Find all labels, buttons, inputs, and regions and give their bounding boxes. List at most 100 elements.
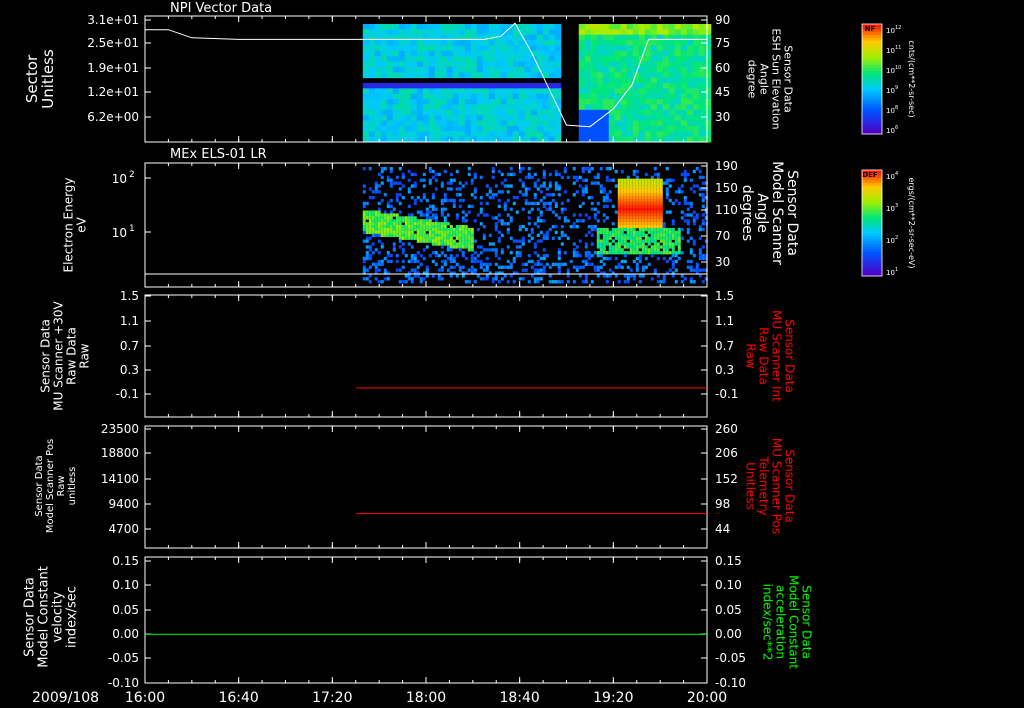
time-tick-label: 19:20 (593, 690, 633, 706)
heat-cell (434, 262, 438, 266)
heat-cell (704, 56, 712, 63)
heat-cell (482, 109, 490, 116)
heat-cell (464, 72, 472, 79)
heat-cell (485, 193, 489, 197)
heat-cell (617, 181, 621, 185)
heat-cell (434, 66, 442, 73)
heat-cell (647, 262, 651, 266)
heat-cell (407, 233, 411, 237)
heat-cell (386, 204, 390, 208)
heat-cell (434, 104, 442, 111)
heat-cell (632, 104, 640, 111)
heat-cell (590, 242, 594, 246)
heat-cell (512, 40, 520, 46)
heat-cell (548, 115, 556, 122)
heat-cell (518, 251, 522, 255)
heat-cell (488, 93, 496, 100)
heat-cell (524, 187, 528, 191)
heat-cell (650, 187, 654, 191)
heat-cell (446, 233, 450, 237)
heat-cell (638, 184, 642, 188)
heat-cell (638, 207, 642, 211)
heat-cell (380, 40, 388, 46)
heat-cell (362, 66, 370, 73)
heat-cell (644, 66, 652, 73)
heat-cell (512, 201, 516, 206)
heat-cell (557, 268, 561, 272)
heat-cell (377, 210, 381, 214)
heat-cell (392, 227, 396, 232)
heat-cell (368, 109, 376, 116)
heat-cell (632, 201, 636, 206)
heat-cell (434, 172, 438, 177)
heat-cell (434, 99, 442, 105)
heat-cell (368, 222, 372, 226)
heat-cell (602, 66, 610, 73)
heat-cell (662, 83, 670, 89)
heat-cell (578, 56, 586, 63)
heat-cell (518, 61, 526, 68)
heat-cell (626, 216, 630, 220)
heat-cell (620, 248, 624, 252)
heat-cell (431, 222, 435, 226)
heat-cell (458, 245, 462, 249)
heat-cell (632, 50, 640, 57)
heat-cell (566, 280, 570, 284)
heat-cell (380, 280, 384, 284)
heat-cell (641, 239, 645, 243)
heat-cell (614, 72, 622, 79)
heat-cell (410, 219, 414, 223)
heat-cell (704, 125, 712, 132)
heat-cell (452, 125, 460, 132)
heat-cell (365, 222, 369, 226)
heat-cell (632, 169, 636, 174)
heat-cell (404, 233, 408, 237)
heat-cell (626, 88, 634, 95)
heat-cell (398, 187, 402, 191)
heat-cell (407, 277, 411, 281)
heat-cell (362, 61, 370, 68)
heat-cell (407, 236, 411, 240)
heat-cell (458, 227, 462, 232)
heat-cell (641, 178, 645, 182)
heat-cell (653, 225, 657, 229)
heat-cell (470, 61, 478, 68)
heat-cell (617, 222, 621, 226)
heat-cell (620, 198, 624, 203)
heat-cell (617, 239, 621, 243)
heat-cell (413, 181, 417, 185)
heat-cell (617, 190, 621, 194)
heat-cell (689, 248, 693, 252)
heat-cell (623, 181, 627, 185)
heat-cell (620, 239, 624, 243)
heat-cell (383, 225, 387, 229)
heat-cell (464, 280, 468, 284)
heat-cell (512, 259, 516, 264)
heat-cell (386, 225, 390, 229)
heat-cell (548, 66, 556, 73)
heat-cell (518, 178, 522, 182)
heat-cell (386, 213, 390, 217)
heat-cell (689, 236, 693, 240)
heat-cell (530, 265, 534, 269)
heat-cell (362, 210, 366, 214)
heat-cell (536, 131, 544, 138)
heat-cell (416, 131, 424, 138)
heat-cell (416, 236, 420, 240)
heat-cell (551, 236, 555, 240)
heat-cell (443, 259, 447, 264)
heat-cell (698, 61, 706, 68)
heat-cell (674, 254, 678, 258)
heat-cell (491, 248, 495, 252)
y2-tick-label: 0.10 (715, 578, 742, 592)
heat-cell (530, 115, 538, 122)
heat-cell (422, 196, 426, 200)
heat-cell (596, 104, 604, 111)
heat-cell (389, 219, 393, 223)
heat-cell (554, 88, 562, 95)
heat-cell (572, 213, 576, 217)
heat-cell (440, 225, 444, 229)
heat-cell (542, 66, 550, 73)
heat-cell (653, 236, 657, 240)
heat-cell (644, 109, 652, 116)
